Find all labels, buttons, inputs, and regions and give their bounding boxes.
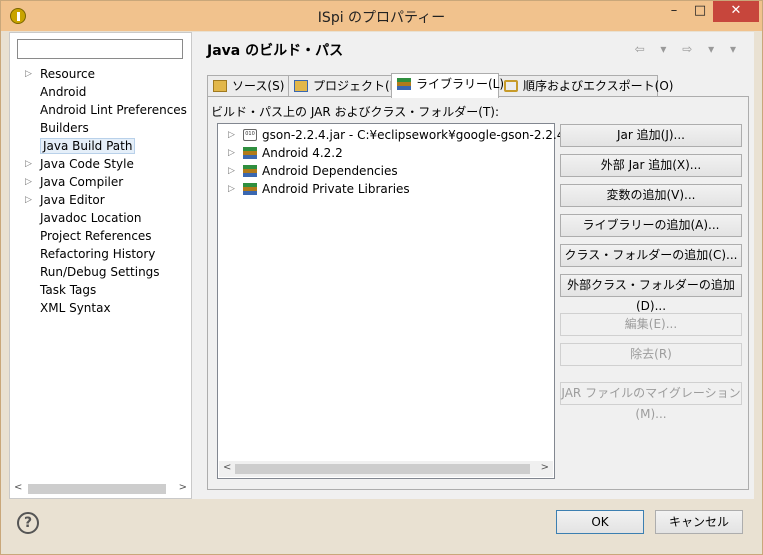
library-icon	[397, 78, 411, 90]
expand-arrow-icon[interactable]: ▷	[25, 173, 32, 191]
property-page: Java のビルド・パス ⇦ ▾ ⇨ ▾ ▾ ソース(S) プロジェクト(P) …	[201, 32, 754, 499]
add-external-jar-button[interactable]: 外部 Jar 追加(X)...	[560, 154, 742, 177]
category-hscroll[interactable]: < >	[12, 482, 189, 496]
tab-source[interactable]: ソース(S)	[207, 75, 289, 97]
libraries-panel: ビルド・パス上の JAR およびクラス・フォルダー(T): ▷ 010 gson…	[207, 96, 749, 490]
tree-item-label: Javadoc Location	[40, 211, 142, 225]
tree-item[interactable]: ▷ Resource	[16, 65, 188, 83]
remove-button[interactable]: 除去(R)	[560, 343, 742, 366]
tree-item-label: Java Editor	[40, 193, 105, 207]
library-label: gson-2.2.4.jar - C:¥eclipsework¥google-g…	[262, 128, 565, 142]
tree-item[interactable]: ▷ Java Code Style	[16, 155, 188, 173]
maximize-button[interactable]: □	[687, 1, 713, 22]
library-row[interactable]: ▷ Android Private Libraries	[218, 180, 554, 198]
tree-item-label: Task Tags	[40, 283, 97, 297]
expand-arrow-icon[interactable]: ▷	[228, 126, 235, 144]
tree-item[interactable]: ▷ Java Compiler	[16, 173, 188, 191]
tab-label: 順序およびエクスポート(O)	[523, 79, 674, 93]
filter-input[interactable]	[17, 39, 183, 59]
expand-arrow-icon[interactable]: ▷	[25, 65, 32, 83]
expand-arrow-icon[interactable]: ▷	[228, 162, 235, 180]
page-title: Java のビルド・パス	[207, 43, 344, 59]
library-tree[interactable]: ▷ 010 gson-2.2.4.jar - C:¥eclipsework¥go…	[217, 123, 564, 479]
tree-item[interactable]: Project References	[16, 227, 188, 245]
tree-item[interactable]: Refactoring History	[16, 245, 188, 263]
edit-button[interactable]: 編集(E)...	[560, 313, 742, 336]
cancel-button[interactable]: キャンセル	[655, 510, 743, 534]
tree-item-label: Java Code Style	[40, 157, 134, 171]
expand-arrow-icon[interactable]: ▷	[228, 144, 235, 162]
tab-label: プロジェクト(P)	[313, 79, 402, 93]
title-bar[interactable]: ISpi のプロパティー – □ ✕	[1, 1, 762, 31]
tab-libraries[interactable]: ライブラリー(L)	[391, 73, 504, 98]
library-icon	[243, 165, 257, 177]
window-title: ISpi のプロパティー	[317, 10, 446, 26]
order-export-icon	[504, 80, 518, 92]
tree-item-label: Resource	[40, 67, 96, 81]
library-row[interactable]: ▷ 010 gson-2.2.4.jar - C:¥eclipsework¥go…	[218, 126, 564, 144]
tree-item[interactable]: ▷ Java Editor	[16, 191, 188, 209]
tree-item[interactable]: Android Lint Preferences	[16, 101, 188, 119]
library-label: Android 4.2.2	[262, 146, 343, 160]
library-row[interactable]: ▷ Android 4.2.2	[218, 144, 554, 162]
jar-icon: 010	[243, 129, 257, 141]
tree-item[interactable]: Builders	[16, 119, 188, 137]
properties-dialog: ISpi のプロパティー – □ ✕ ▷ Resource Android And…	[0, 0, 763, 555]
library-hscroll[interactable]: < >	[219, 461, 553, 477]
scroll-left-icon[interactable]: <	[14, 482, 22, 493]
tab-label: ライブラリー(L)	[416, 77, 505, 91]
library-icon	[243, 183, 257, 195]
add-external-class-folder-button[interactable]: 外部クラス・フォルダーの追加(D)...	[560, 274, 742, 313]
tab-label: ソース(S)	[232, 79, 285, 93]
dialog-content: ▷ Resource Android Android Lint Preferenc…	[9, 32, 754, 499]
expand-arrow-icon[interactable]: ▷	[25, 191, 32, 209]
add-jar-button[interactable]: Jar 追加(J)...	[560, 124, 742, 147]
tree-item-label: Builders	[40, 121, 89, 135]
add-class-folder-button[interactable]: クラス・フォルダーの追加(C)...	[560, 244, 742, 267]
tab-order-export[interactable]: 順序およびエクスポート(O)	[498, 75, 673, 97]
tab-projects[interactable]: プロジェクト(P)	[288, 75, 402, 97]
ok-button[interactable]: OK	[556, 510, 644, 534]
libraries-label: ビルド・パス上の JAR およびクラス・フォルダー(T):	[211, 105, 500, 119]
tree-item-label: Android Lint Preferences	[40, 103, 187, 117]
migrate-jar-button[interactable]: JAR ファイルのマイグレーション(M)...	[560, 382, 742, 421]
expand-arrow-icon[interactable]: ▷	[25, 155, 32, 173]
tree-item-label: Android	[40, 85, 87, 99]
expand-arrow-icon[interactable]: ▷	[228, 180, 235, 198]
library-row[interactable]: ▷ Android Dependencies	[218, 162, 554, 180]
history-nav-icons[interactable]: ⇦ ▾ ⇨ ▾ ▾	[635, 42, 742, 56]
help-icon[interactable]: ?	[17, 512, 39, 534]
tree-item-label: Run/Debug Settings	[40, 265, 160, 279]
minimize-button[interactable]: –	[661, 1, 687, 22]
scroll-right-icon[interactable]: >	[541, 462, 549, 473]
tree-item-label: Java Build Path	[40, 138, 136, 154]
add-library-button[interactable]: ライブラリーの追加(A)...	[560, 214, 742, 237]
scroll-right-icon[interactable]: >	[179, 482, 187, 493]
tree-item-label: Project References	[40, 229, 152, 243]
folder-icon	[213, 80, 227, 92]
library-label: Android Private Libraries	[262, 182, 410, 196]
scroll-thumb[interactable]	[28, 484, 166, 494]
tree-item[interactable]: Android	[16, 83, 188, 101]
project-folder-icon	[294, 80, 308, 92]
tree-item[interactable]: XML Syntax	[16, 299, 188, 317]
library-icon	[243, 147, 257, 159]
tree-item-label: Refactoring History	[40, 247, 156, 261]
tree-item[interactable]: Task Tags	[16, 281, 188, 299]
add-variable-button[interactable]: 変数の追加(V)...	[560, 184, 742, 207]
tree-item-label: XML Syntax	[40, 301, 111, 315]
close-button[interactable]: ✕	[713, 1, 759, 22]
scroll-thumb[interactable]	[235, 464, 530, 474]
tree-item-selected[interactable]: Java Build Path	[16, 137, 188, 155]
scroll-left-icon[interactable]: <	[223, 462, 231, 473]
category-pane: ▷ Resource Android Android Lint Preferenc…	[9, 32, 192, 499]
tree-item-label: Java Compiler	[40, 175, 124, 189]
tree-item[interactable]: Run/Debug Settings	[16, 263, 188, 281]
category-tree: ▷ Resource Android Android Lint Preferenc…	[16, 65, 188, 317]
tree-item[interactable]: Javadoc Location	[16, 209, 188, 227]
library-label: Android Dependencies	[262, 164, 398, 178]
